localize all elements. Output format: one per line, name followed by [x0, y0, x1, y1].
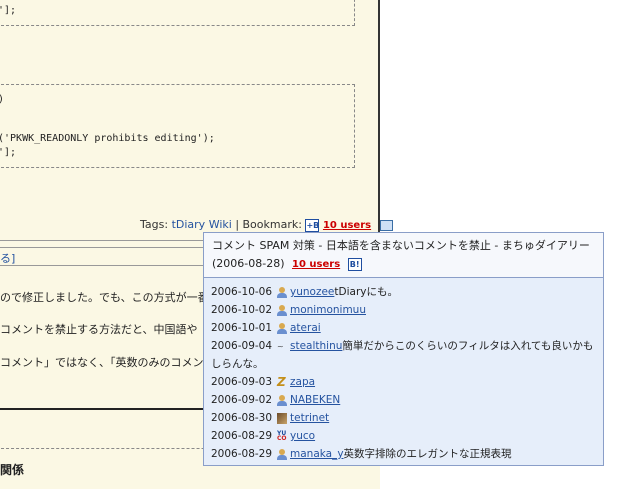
code-line: ): [0, 93, 4, 107]
yuco-avatar-icon: YU CO: [277, 429, 287, 442]
popup-header: コメント SPAM 対策 - 日本語を含まないコメントを禁止 - まちゅダイアリ…: [204, 233, 603, 278]
person-icon: [277, 286, 287, 298]
hatena-bookmark-icon[interactable]: +B: [305, 218, 320, 232]
hatena-bookmark-icon[interactable]: B!: [347, 257, 362, 271]
comment-icon[interactable]: [379, 219, 393, 231]
code-block: '];: [0, 0, 355, 26]
tags-bookmark-line: Tags: tDiary Wiki | Bookmark: +B 10 user…: [140, 218, 393, 232]
code-line: ('PKWK_READONLY prohibits editing');: [0, 133, 215, 144]
bookmark-row: 2006-08-29 YU CO yuco: [211, 427, 601, 445]
person-icon: [277, 304, 287, 316]
person-icon: [277, 394, 287, 406]
popup-users-count[interactable]: 10 users: [292, 259, 340, 270]
comment-text: コメント」ではなく、「英数のみのコメン: [0, 356, 204, 369]
bookmark-label: | Bookmark:: [235, 218, 302, 231]
bookmark-date: 2006-08-30: [211, 412, 273, 424]
tags-label: Tags:: [140, 218, 169, 231]
person-icon: [277, 448, 287, 460]
person-icon: [277, 322, 287, 334]
bookmark-row: 2006-09-04 ~ stealthinu簡単だからこのくらいのフィルタは入れて…: [211, 337, 601, 373]
section-title: 関係: [0, 463, 25, 477]
code-block: ) ('PKWK_READONLY prohibits editing'); '…: [0, 84, 355, 168]
code-line: '];: [0, 147, 17, 158]
bookmark-comment: tDiaryにも。: [334, 286, 398, 298]
bookmark-user-link[interactable]: monimonimuu: [290, 304, 366, 316]
code-line: '];: [0, 5, 17, 16]
bookmark-user-link[interactable]: manaka_y: [290, 448, 344, 460]
bookmark-row: 2006-08-29 manaka_y英数字排除のエレガントな正規表現: [211, 445, 601, 463]
popup-title-text: コメント SPAM 対策 - 日本語を含まないコメントを禁止 - まちゅダイアリ…: [212, 239, 590, 270]
bookmark-popup: コメント SPAM 対策 - 日本語を含まないコメントを禁止 - まちゅダイアリ…: [203, 232, 604, 466]
bookmark-row: 2006-10-02 monimonimuu: [211, 301, 601, 319]
bookmark-user-link[interactable]: zapa: [290, 376, 315, 388]
bookmark-user-link[interactable]: stealthinu: [290, 340, 342, 352]
tag-link-wiki[interactable]: Wiki: [209, 218, 232, 231]
bookmark-list: 2006-10-06 yunozeetDiaryにも。 2006-10-02 mon…: [211, 283, 601, 463]
bookmark-row: 2006-09-02 NABEKEN: [211, 391, 601, 409]
tag-link-tdiary[interactable]: tDiary: [172, 218, 206, 231]
bookmark-date: 2006-09-02: [211, 394, 273, 406]
bookmark-user-link[interactable]: tetrinet: [290, 412, 329, 424]
comment-text: コメントを禁止する方法だと、中国語や: [0, 323, 198, 336]
bookmark-row: 2006-08-30 tetrinet: [211, 409, 601, 427]
bookmark-comment: 英数字排除のエレガントな正規表現: [343, 448, 512, 460]
bookmark-date: 2006-08-29: [211, 430, 273, 442]
photo-avatar-icon: [277, 412, 287, 424]
bookmark-user-link[interactable]: yunozee: [290, 286, 334, 298]
bookmark-users-count[interactable]: 10 users: [323, 220, 371, 231]
bookmark-date: 2006-09-03: [211, 376, 273, 388]
bookmark-date: 2006-10-01: [211, 322, 273, 334]
bookmark-date: 2006-08-29: [211, 448, 273, 460]
bookmark-row: 2006-09-03 Zzapa: [211, 373, 601, 391]
bookmark-date: 2006-10-02: [211, 304, 273, 316]
popup-title: コメント SPAM 対策 - 日本語を含まないコメントを禁止 - まちゅダイアリ…: [212, 237, 602, 274]
trackback-link[interactable]: る]: [0, 250, 15, 266]
bookmark-row: 2006-10-06 yunozeetDiaryにも。: [211, 283, 601, 301]
bookmark-user-link[interactable]: aterai: [290, 322, 321, 334]
bookmark-date: 2006-09-04: [211, 340, 273, 352]
bookmark-row: 2006-10-01 aterai: [211, 319, 601, 337]
custom-avatar-icon: ~: [277, 341, 284, 351]
z-avatar-icon: Z: [277, 374, 286, 389]
bookmark-user-link[interactable]: NABEKEN: [290, 394, 340, 406]
bookmark-date: 2006-10-06: [211, 286, 273, 298]
comment-text: ので修正しました。でも、この方式が一番: [0, 291, 209, 304]
bookmark-user-link[interactable]: yuco: [290, 430, 315, 442]
